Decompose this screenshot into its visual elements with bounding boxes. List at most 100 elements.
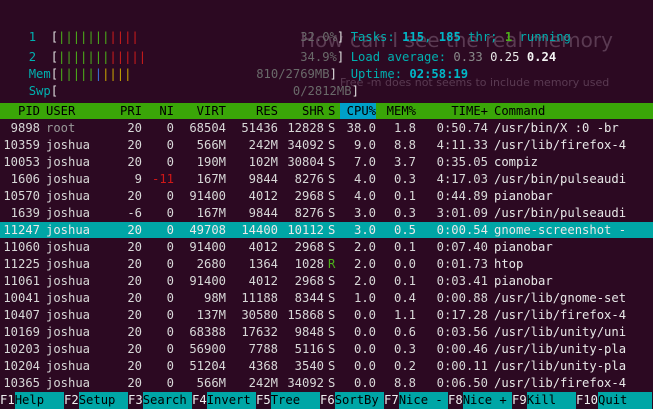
cell-res: 30580	[241, 308, 278, 322]
cell-pri: 20	[127, 376, 142, 390]
cell-pri: 20	[127, 155, 142, 169]
fkey-label: Tree	[270, 392, 320, 409]
process-row[interactable]: 11060 joshua 20 0 91400 4012 2968 S 2.0 0.1 0:07.4…	[0, 239, 653, 255]
col-state[interactable]: S	[328, 103, 338, 119]
cell-user: root	[46, 121, 76, 135]
cell-state: S	[328, 121, 336, 135]
fkey-setup-button[interactable]: F2Setup	[64, 392, 128, 409]
process-row-selected[interactable]: 11247 joshua 20 0 49708 14400 10112 S 3.0 0.5 0:00…	[0, 222, 653, 238]
cell-command: pianobar	[494, 189, 553, 203]
fkey-sortby-button[interactable]: F6SortBy	[320, 392, 384, 409]
process-row[interactable]: 1639 joshua -6 0 167M 9844 8276 S 3.0 0.3 3:01.09 /…	[0, 205, 653, 221]
cell-state: S	[328, 274, 336, 288]
process-row[interactable]: 9898 root 20 0 68504 51436 12828 S 38.0 1.8 0:50.7…	[0, 120, 653, 136]
fkey-label: Nice -	[398, 392, 448, 409]
cell-res: 102M	[248, 155, 278, 169]
cell-ni: 0	[166, 189, 174, 203]
cell-state: S	[328, 223, 336, 237]
process-row[interactable]: 10365 joshua 20 0 566M 242M 34092 S 0.0 8.8 0:06.5…	[0, 375, 653, 391]
fkey-quit-button[interactable]: F10Quit	[576, 392, 653, 409]
cell-shr: 2968	[294, 189, 324, 203]
cell-virt: 167M	[196, 206, 226, 220]
process-row[interactable]: 10204 joshua 20 0 51204 4368 3540 S 0.0 0.2 0:00.1…	[0, 358, 653, 374]
fkey-invert-button[interactable]: F4Invert	[192, 392, 256, 409]
fkey-kill-button[interactable]: F9Kill	[512, 392, 576, 409]
col-user[interactable]: USER	[46, 103, 75, 119]
cell-cpu: 4.0	[353, 189, 376, 203]
cell-time: 0:06.50	[436, 376, 488, 390]
fkey-code: F1	[0, 393, 15, 407]
col-virt[interactable]: VIRT	[180, 103, 226, 119]
fkey-nice-button[interactable]: F7Nice -	[384, 392, 448, 409]
cell-user: joshua	[46, 325, 91, 339]
fkey-label: Kill	[526, 392, 576, 409]
cell-user: joshua	[46, 342, 91, 356]
cell-cpu: 0.0	[353, 359, 376, 373]
cell-mem: 1.8	[393, 121, 416, 135]
cell-command: /usr/lib/unity-pla	[494, 342, 627, 356]
cell-command: /usr/lib/firefox-4	[494, 376, 627, 390]
col-time[interactable]: TIME+	[420, 103, 488, 119]
process-row[interactable]: 11225 joshua 20 0 2680 1364 1028 R 2.0 0.0 0:01.73…	[0, 256, 653, 272]
col-res[interactable]: RES	[232, 103, 278, 119]
col-command[interactable]: Command	[494, 103, 653, 119]
process-row[interactable]: 10053 joshua 20 0 190M 102M 30804 S 7.0 3.7 0:35.0…	[0, 154, 653, 170]
cell-shr: 2968	[294, 240, 324, 254]
cell-state: S	[328, 172, 336, 186]
fkey-help-button[interactable]: F1Help	[0, 392, 64, 409]
process-row[interactable]: 11061 joshua 20 0 91400 4012 2968 S 2.0 0.1 0:03.4…	[0, 273, 653, 289]
fkey-search-button[interactable]: F3Search	[128, 392, 192, 409]
col-pid[interactable]: PID	[0, 103, 40, 119]
cell-state: S	[328, 359, 336, 373]
cell-time: 4:11.33	[436, 138, 488, 152]
cell-virt: 2680	[196, 257, 226, 271]
cell-cpu: 38.0	[346, 121, 376, 135]
col-cpu[interactable]: CPU%	[340, 103, 376, 119]
cell-pri: 20	[127, 121, 142, 135]
col-pri[interactable]: PRI	[108, 103, 142, 119]
cell-virt: 91400	[189, 240, 226, 254]
cell-command: pianobar	[494, 240, 553, 254]
fkey-code: F3	[128, 393, 143, 407]
cell-command: pianobar	[494, 274, 553, 288]
cell-shr: 34092	[287, 376, 324, 390]
process-row[interactable]: 10169 joshua 20 0 68388 17632 9848 S 0.0 0.6 0:03.…	[0, 324, 653, 340]
cell-virt: 98M	[203, 291, 226, 305]
cell-res: 4012	[248, 189, 278, 203]
cell-virt: 91400	[189, 189, 226, 203]
col-mem[interactable]: MEM%	[382, 103, 416, 119]
cell-res: 14400	[241, 223, 278, 237]
cell-shr: 1028	[294, 257, 324, 271]
swp-value: 0/2812MB	[292, 84, 352, 98]
fkey-code: F4	[192, 393, 207, 407]
cell-pri: 20	[127, 223, 142, 237]
cell-ni: 0	[166, 155, 174, 169]
cell-cpu: 7.0	[353, 155, 376, 169]
cell-virt: 51204	[189, 359, 226, 373]
cell-pri: 20	[127, 308, 142, 322]
process-row[interactable]: 10359 joshua 20 0 566M 242M 34092 S 9.0 8.8 4:11.3…	[0, 137, 653, 153]
col-shr[interactable]: SHR	[282, 103, 324, 119]
process-row[interactable]: 10041 joshua 20 0 98M 11188 8344 S 1.0 0.4 0:00.88…	[0, 290, 653, 306]
process-row[interactable]: 10407 joshua 20 0 137M 30580 15868 S 0.0 1.1 0:17.…	[0, 307, 653, 323]
fkey-code: F5	[256, 393, 271, 407]
cell-ni: 0	[166, 376, 174, 390]
cell-res: 17632	[241, 325, 278, 339]
process-row[interactable]: 10203 joshua 20 0 56900 7788 5116 S 0.0 0.3 0:00.4…	[0, 341, 653, 357]
process-row[interactable]: 10570 joshua 20 0 91400 4012 2968 S 4.0 0.1 0:44.8…	[0, 188, 653, 204]
cell-shr: 30804	[287, 155, 324, 169]
cell-command: /usr/bin/pulseaudi	[494, 206, 627, 220]
cell-command: compiz	[494, 155, 539, 169]
cell-user: joshua	[46, 155, 91, 169]
cell-command: /usr/bin/pulseaudi	[494, 172, 627, 186]
fkey-tree-button[interactable]: F5Tree	[256, 392, 320, 409]
cell-cpu: 1.0	[353, 291, 376, 305]
cell-pri: 20	[127, 189, 142, 203]
fkey-nice-button[interactable]: F8Nice +	[448, 392, 512, 409]
cell-shr: 8344	[294, 291, 324, 305]
process-row[interactable]: 1606 joshua 9 -11 167M 9844 8276 S 4.0 0.3 4:17.03…	[0, 171, 653, 187]
cell-ni: 0	[166, 359, 174, 373]
col-ni[interactable]: NI	[146, 103, 174, 119]
cell-pri: 20	[127, 257, 142, 271]
cell-mem: 0.6	[393, 325, 416, 339]
